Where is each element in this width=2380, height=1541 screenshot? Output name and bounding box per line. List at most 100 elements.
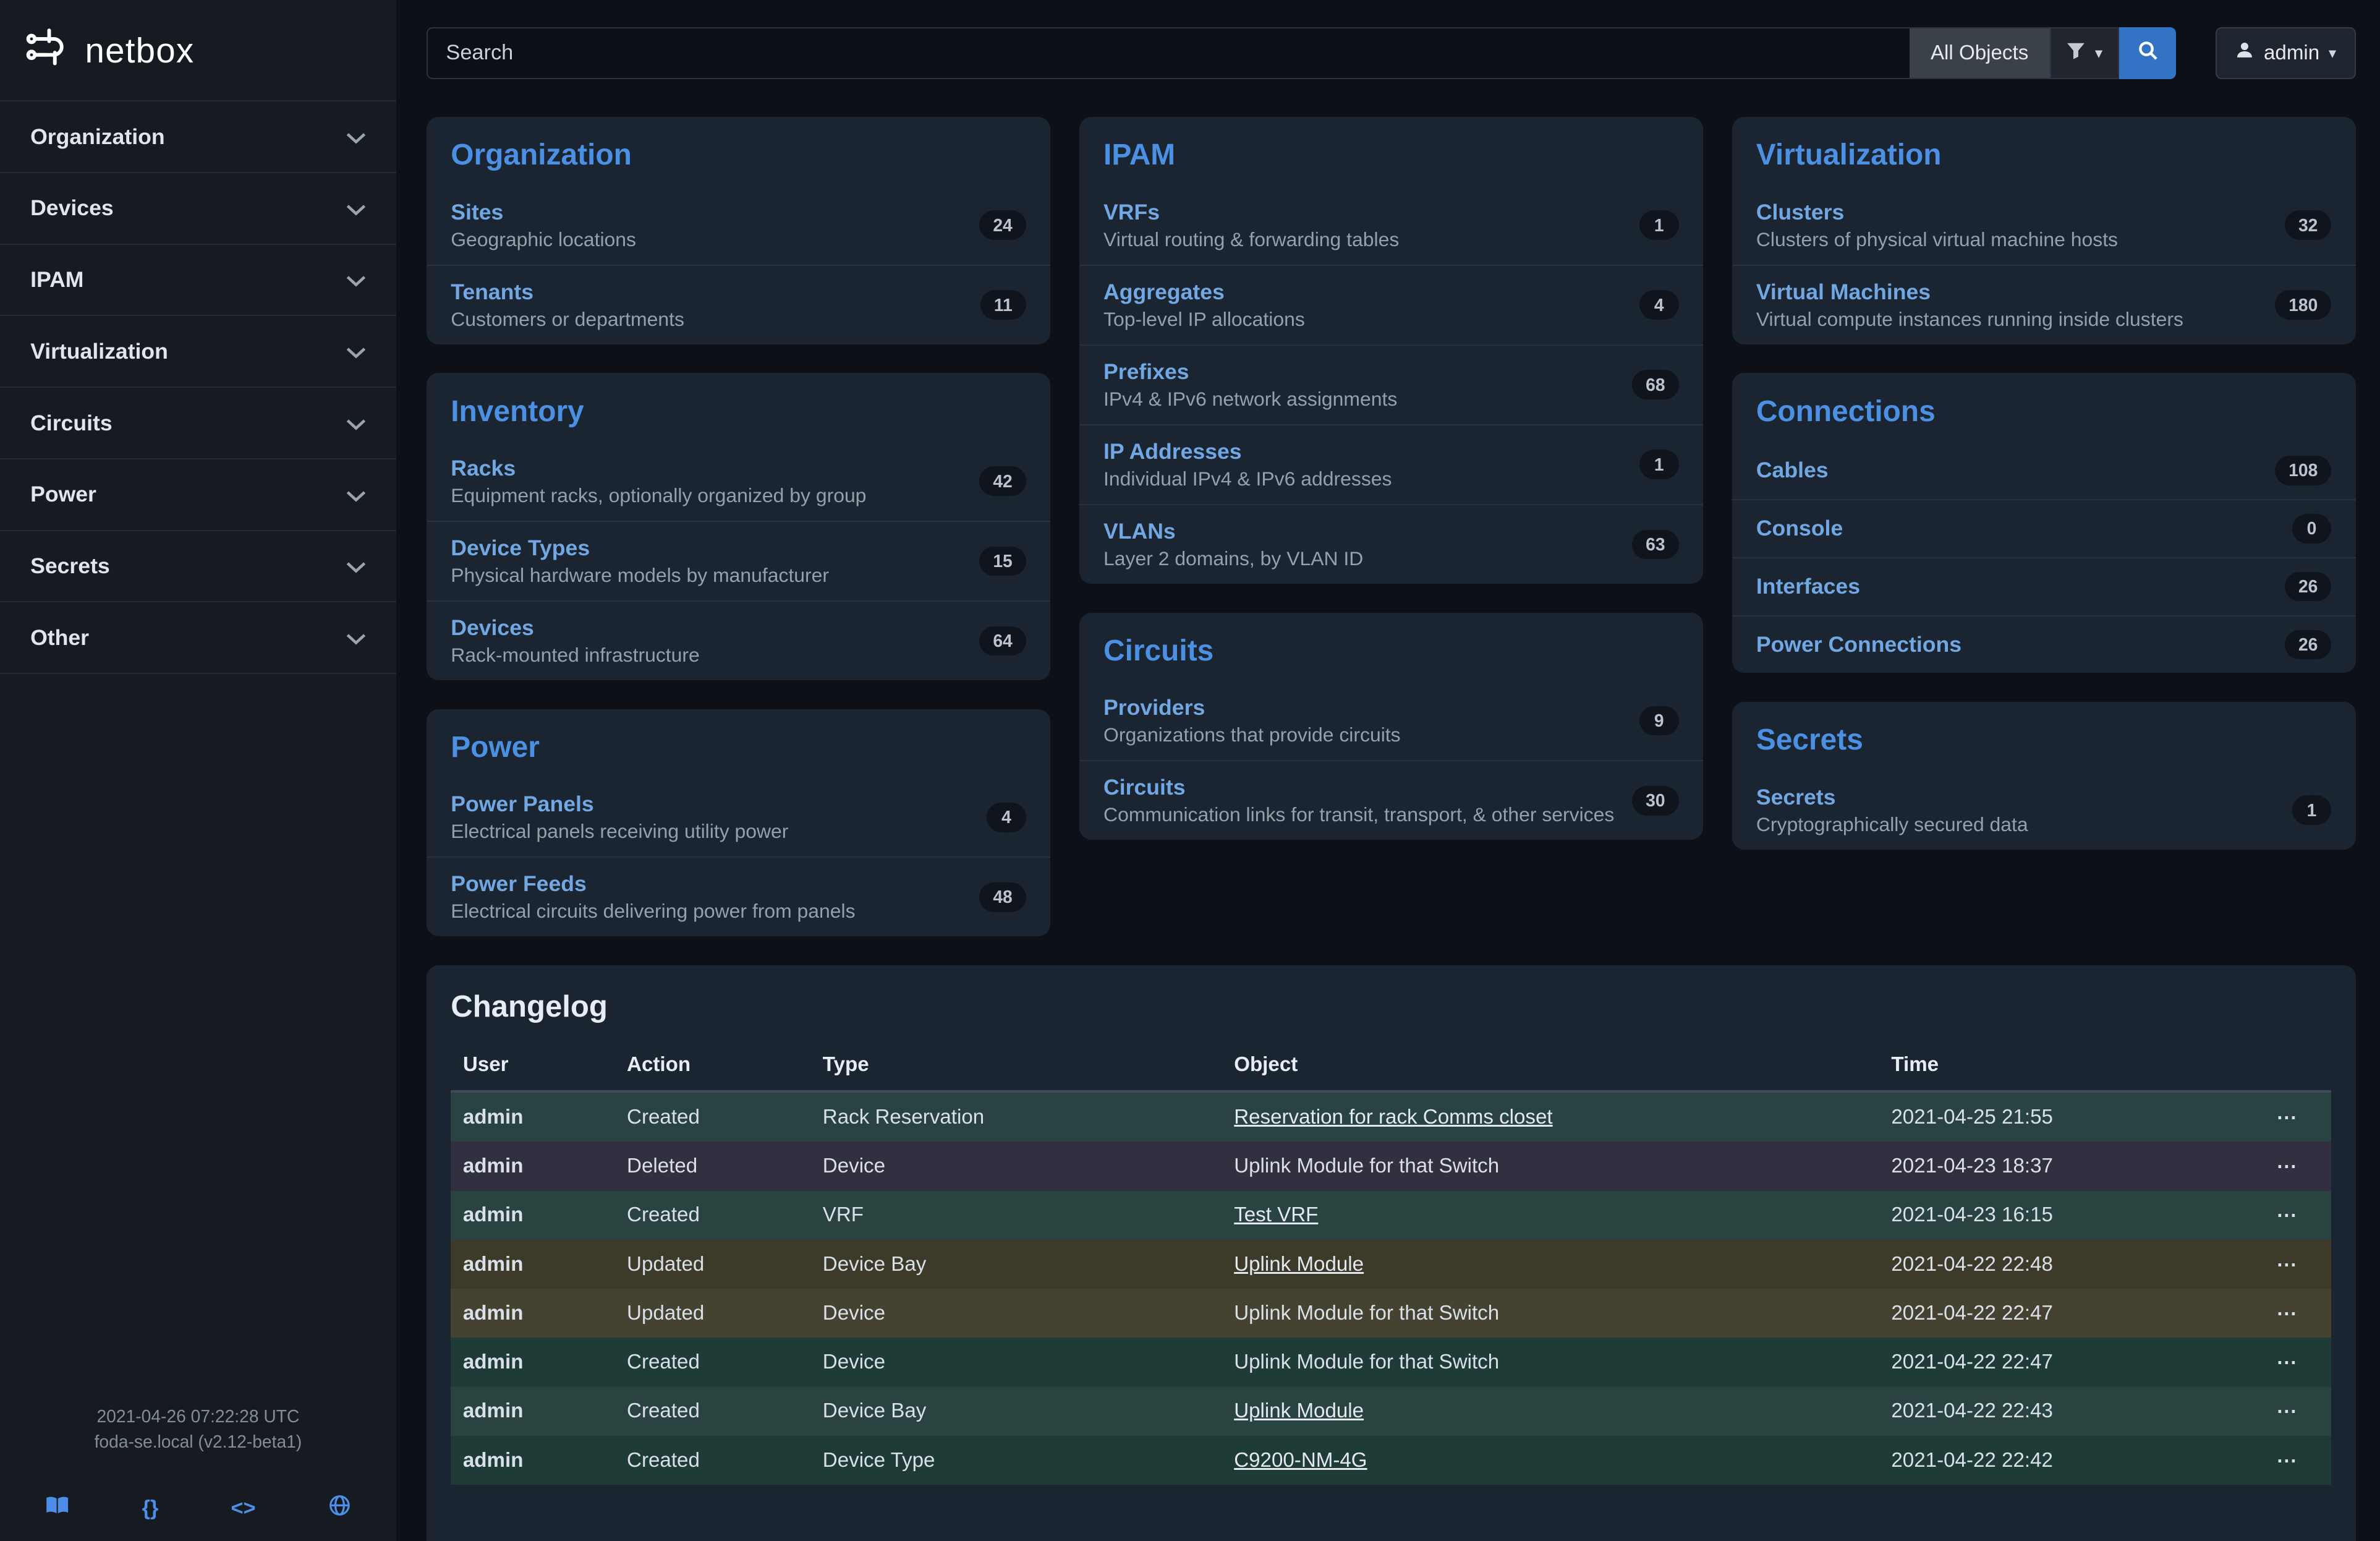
- card-item-description: IPv4 & IPv6 network assignments: [1103, 388, 1397, 411]
- cell-user: admin: [451, 1142, 614, 1190]
- card-item-sites: Sites Geographic locations 24: [427, 186, 1050, 265]
- sidebar-item-devices[interactable]: Devices: [0, 172, 396, 244]
- cell-object[interactable]: Test VRF: [1234, 1203, 1318, 1226]
- card-item-description: Equipment racks, optionally organized by…: [451, 484, 866, 507]
- row-actions-button[interactable]: ⋯: [2243, 1338, 2331, 1386]
- sidebar-item-power[interactable]: Power: [0, 458, 396, 530]
- source-globe-icon[interactable]: [328, 1494, 351, 1523]
- search-input[interactable]: [427, 27, 1910, 79]
- sidebar-item-other[interactable]: Other: [0, 601, 396, 674]
- cell-object[interactable]: C9200-NM-4G: [1234, 1449, 1367, 1472]
- table-row: admin Created VRF Test VRF 2021-04-23 16…: [451, 1191, 2331, 1240]
- card-item-link[interactable]: VRFs: [1103, 200, 1399, 225]
- card-item-link[interactable]: Virtual Machines: [1756, 280, 2183, 305]
- row-actions-button[interactable]: ⋯: [2243, 1387, 2331, 1436]
- cell-action: Created: [614, 1436, 810, 1485]
- card-item-text: Sites Geographic locations: [451, 200, 636, 251]
- app-root: netbox Organization Devices IPAM Virtual…: [0, 0, 2380, 1541]
- chevron-down-icon: [346, 338, 366, 365]
- cell-type: Rack Reservation: [810, 1091, 1222, 1142]
- card-item-link[interactable]: Devices: [451, 615, 700, 641]
- search-scope-button[interactable]: All Objects: [1910, 27, 2050, 79]
- card-item-interfaces: Interfaces 26: [1732, 557, 2356, 615]
- card-item-link[interactable]: Cables: [1756, 458, 1829, 483]
- card-item-text: Cables: [1756, 458, 1829, 483]
- dashboard-column: Organization Sites Geographic locations …: [427, 117, 1050, 936]
- docs-book-icon[interactable]: [45, 1495, 69, 1522]
- card-item-link[interactable]: Device Types: [451, 536, 829, 561]
- count-badge: 1: [1639, 210, 1679, 240]
- sidebar-spacer: [0, 674, 396, 1404]
- count-badge: 42: [979, 466, 1026, 496]
- card-item-link[interactable]: Providers: [1103, 695, 1401, 720]
- card-item-link[interactable]: Console: [1756, 516, 1843, 541]
- card-item-link[interactable]: IP Addresses: [1103, 439, 1392, 464]
- card-item-link[interactable]: Sites: [451, 200, 636, 225]
- card-item-prefixes: Prefixes IPv4 & IPv6 network assignments…: [1079, 344, 1703, 424]
- search-scope-label: All Objects: [1931, 41, 2028, 65]
- cell-object: Uplink Module for that Switch: [1234, 1302, 1499, 1325]
- row-actions-button[interactable]: ⋯: [2243, 1240, 2331, 1289]
- cell-action: Created: [614, 1387, 810, 1436]
- card-item-link[interactable]: Circuits: [1103, 775, 1614, 800]
- chevron-down-icon: [346, 552, 366, 580]
- cell-object[interactable]: Uplink Module: [1234, 1253, 1364, 1276]
- card-title: Connections: [1732, 373, 2356, 442]
- card-item-power-feeds: Power Feeds Electrical circuits deliveri…: [427, 856, 1050, 936]
- user-menu-label: admin: [2264, 41, 2319, 65]
- card-item-description: Organizations that provide circuits: [1103, 724, 1401, 746]
- card-item-link[interactable]: Power Feeds: [451, 871, 855, 897]
- card-item-link[interactable]: Racks: [451, 456, 866, 481]
- card-item-description: Top-level IP allocations: [1103, 308, 1305, 331]
- card-item-link[interactable]: Power Connections: [1756, 632, 1961, 657]
- card-title: Power: [427, 709, 1050, 778]
- user-menu-button[interactable]: admin ▾: [2216, 27, 2356, 79]
- card-item-link[interactable]: VLANs: [1103, 519, 1363, 544]
- cell-object[interactable]: Uplink Module: [1234, 1399, 1364, 1422]
- row-actions-button[interactable]: ⋯: [2243, 1091, 2331, 1142]
- card-item-racks: Racks Equipment racks, optionally organi…: [427, 442, 1050, 521]
- cell-object[interactable]: Reservation for rack Comms closet: [1234, 1106, 1552, 1129]
- cell-type: Device: [810, 1289, 1222, 1338]
- cell-time: 2021-04-23 18:37: [1879, 1142, 2243, 1190]
- sidebar-item-virtualization[interactable]: Virtualization: [0, 315, 396, 386]
- chevron-down-icon: [346, 624, 366, 652]
- row-actions-button[interactable]: ⋯: [2243, 1142, 2331, 1190]
- card-item-link[interactable]: Clusters: [1756, 200, 2118, 225]
- row-actions-button[interactable]: ⋯: [2243, 1436, 2331, 1485]
- card-item-description: Individual IPv4 & IPv6 addresses: [1103, 467, 1392, 490]
- card-item-description: Electrical panels receiving utility powe…: [451, 820, 788, 843]
- card-item-link[interactable]: Interfaces: [1756, 574, 1860, 599]
- chevron-down-icon: [346, 194, 366, 222]
- sidebar-item-circuits[interactable]: Circuits: [0, 386, 396, 458]
- search-submit-button[interactable]: [2119, 27, 2176, 79]
- cell-type: VRF: [810, 1191, 1222, 1240]
- user-icon: [2235, 40, 2255, 66]
- count-badge: 24: [979, 210, 1026, 240]
- count-badge: 26: [2285, 630, 2332, 660]
- netbox-logo[interactable]: netbox: [0, 0, 396, 100]
- chevron-down-icon: [346, 266, 366, 294]
- api-code-icon[interactable]: <>: [231, 1496, 255, 1521]
- count-badge: 0: [2292, 514, 2332, 544]
- count-badge: 32: [2285, 210, 2332, 240]
- card-item-link[interactable]: Aggregates: [1103, 280, 1305, 305]
- sidebar-item-organization[interactable]: Organization: [0, 100, 396, 172]
- row-actions-button[interactable]: ⋯: [2243, 1289, 2331, 1338]
- sidebar-item-ipam[interactable]: IPAM: [0, 244, 396, 315]
- count-badge: 30: [1632, 786, 1679, 816]
- row-actions-button[interactable]: ⋯: [2243, 1191, 2331, 1240]
- search-filter-button[interactable]: ▾: [2050, 27, 2119, 79]
- sidebar-item-label: IPAM: [30, 267, 83, 292]
- card-item-description: Electrical circuits delivering power fro…: [451, 900, 855, 923]
- card-items: Cables 108 Console 0 Interfaces 26 Power…: [1732, 442, 2356, 673]
- card-item-link[interactable]: Tenants: [451, 280, 684, 305]
- card-item-link[interactable]: Power Panels: [451, 792, 788, 817]
- card-item-link[interactable]: Prefixes: [1103, 359, 1397, 385]
- card-item-power-panels: Power Panels Electrical panels receiving…: [427, 778, 1050, 856]
- card-item-cables: Cables 108: [1732, 442, 2356, 499]
- rest-api-braces-icon[interactable]: {}: [142, 1496, 159, 1521]
- sidebar-item-secrets[interactable]: Secrets: [0, 530, 396, 602]
- card-item-link[interactable]: Secrets: [1756, 785, 2028, 810]
- cell-user: admin: [451, 1091, 614, 1142]
